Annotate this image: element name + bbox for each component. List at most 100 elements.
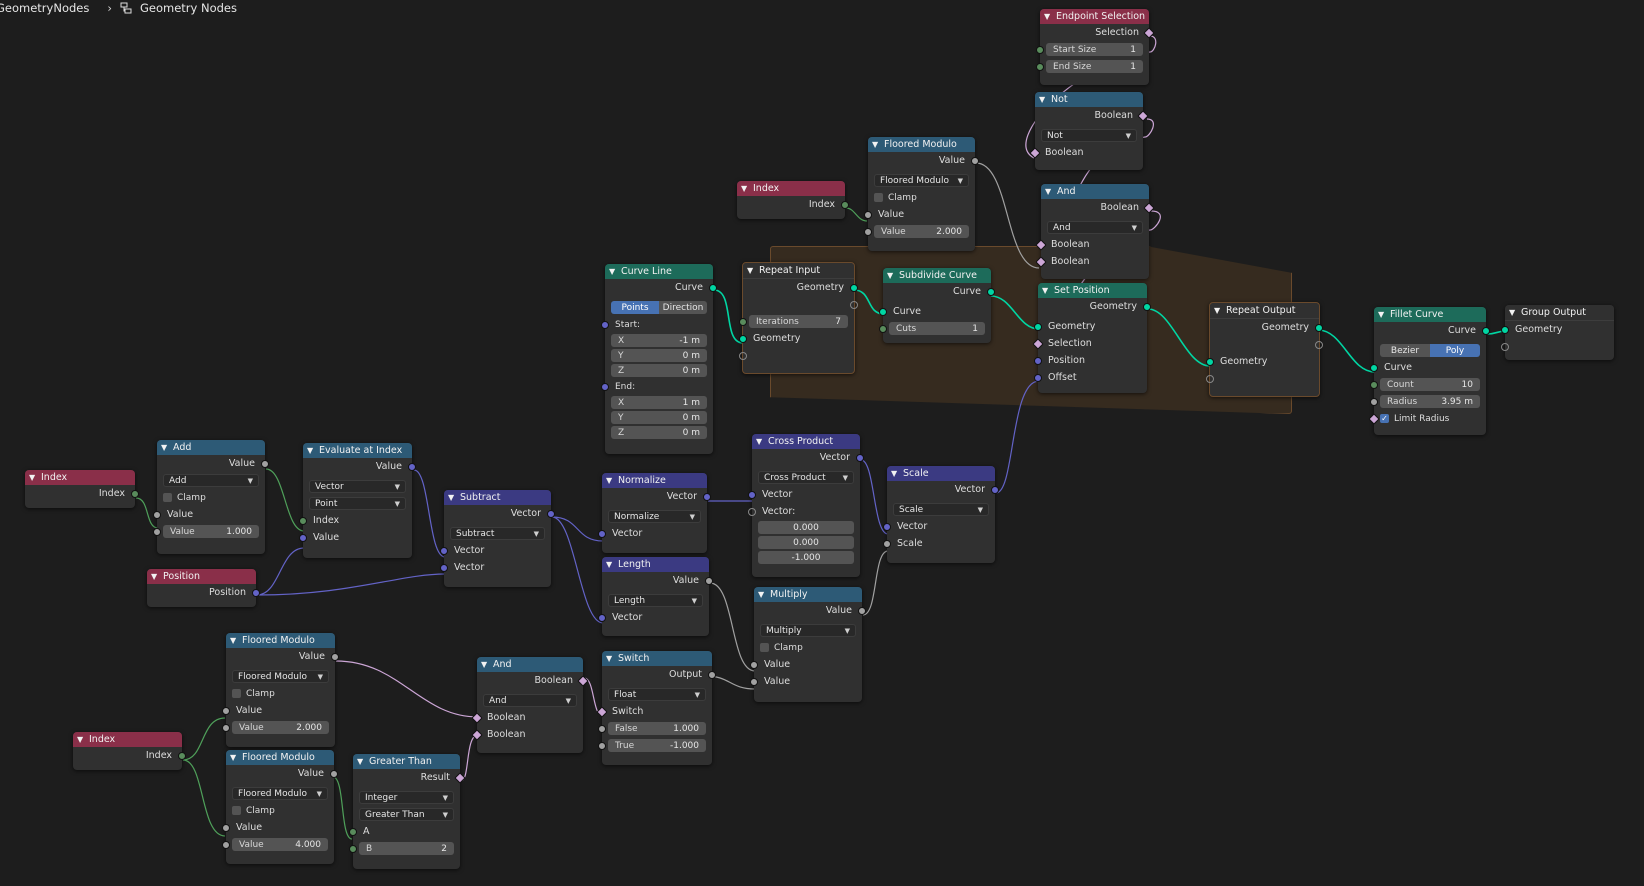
input-socket[interactable]: [750, 678, 758, 686]
output-socket[interactable]: [991, 486, 999, 494]
true-field[interactable]: True -1.000: [608, 739, 706, 752]
output-socket[interactable]: [705, 577, 713, 585]
collapse-chevron-icon[interactable]: ▼: [756, 437, 765, 446]
output-socket[interactable]: [841, 201, 849, 209]
input-socket[interactable]: [1370, 381, 1378, 389]
input-socket[interactable]: [596, 706, 608, 718]
cuts-field[interactable]: Cuts 1: [889, 322, 985, 335]
collapse-chevron-icon[interactable]: ▼: [606, 654, 615, 663]
node-header[interactable]: ▼ Add: [157, 440, 265, 455]
data-type-dropdown[interactable]: Vector ▼: [309, 480, 406, 493]
operation-dropdown[interactable]: Scale ▼: [893, 503, 989, 516]
collapse-chevron-icon[interactable]: ▼: [1214, 306, 1223, 315]
collapse-chevron-icon[interactable]: ▼: [1045, 187, 1054, 196]
node-header[interactable]: ▼ Normalize: [602, 473, 707, 488]
output-socket[interactable]: [703, 493, 711, 501]
cross-product-node[interactable]: ▼ Cross Product Vector Cross Product ▼ Vec…: [748, 434, 864, 577]
input-socket[interactable]: [1501, 343, 1509, 351]
node-header[interactable]: ▼ Subdivide Curve: [883, 268, 991, 283]
add-node[interactable]: ▼ Add Value Add ▼ Clamp Value Value 1.000: [153, 440, 269, 554]
output-socket[interactable]: [547, 510, 555, 518]
input-socket[interactable]: [1034, 357, 1042, 365]
operation-dropdown[interactable]: Floored Modulo ▼: [232, 787, 328, 800]
collapse-chevron-icon[interactable]: ▼: [448, 493, 457, 502]
node-header[interactable]: ▼ Repeat Output: [1210, 303, 1319, 319]
collapse-chevron-icon[interactable]: ▼: [1378, 310, 1387, 319]
value-field[interactable]: Value 1.000: [163, 525, 259, 538]
node-header[interactable]: ▼ Evaluate at Index: [303, 443, 412, 458]
clamp-checkbox[interactable]: Clamp: [232, 806, 275, 816]
input-socket[interactable]: [601, 321, 609, 329]
input-socket[interactable]: [349, 845, 357, 853]
false-field[interactable]: False 1.000: [608, 722, 706, 735]
clamp-checkbox[interactable]: Clamp: [232, 689, 275, 699]
output-socket[interactable]: [331, 653, 339, 661]
input-socket[interactable]: [1034, 323, 1042, 331]
input-socket[interactable]: [222, 724, 230, 732]
value-field[interactable]: Value 2.000: [874, 225, 969, 238]
input-socket[interactable]: [864, 228, 872, 236]
repeat-input-node[interactable]: ▼ Repeat Input Geometry Iterations 7 Geome…: [739, 262, 858, 374]
collapse-chevron-icon[interactable]: ▼: [872, 140, 881, 149]
subdivide-curve-node[interactable]: ▼ Subdivide Curve Curve Curve Cuts 1: [879, 268, 995, 343]
curve-line-node[interactable]: ▼ Curve Line Curve Points Direction Start:…: [601, 264, 717, 454]
output-socket[interactable]: [178, 752, 186, 760]
operation-dropdown[interactable]: Not ▼: [1041, 129, 1137, 142]
vector-z-field[interactable]: -1.000: [758, 551, 854, 564]
operation-dropdown[interactable]: And ▼: [1047, 221, 1143, 234]
end-z-field[interactable]: Z0 m: [611, 426, 707, 439]
operation-dropdown[interactable]: Normalize ▼: [608, 510, 701, 523]
end-x-field[interactable]: X1 m: [611, 396, 707, 409]
data-type-dropdown[interactable]: Float ▼: [608, 688, 706, 701]
node-header[interactable]: ▼ Curve Line: [605, 264, 713, 279]
operation-dropdown[interactable]: Cross Product ▼: [758, 471, 854, 484]
input-socket[interactable]: [153, 511, 161, 519]
operation-dropdown[interactable]: Add ▼: [163, 474, 259, 487]
start-y-field[interactable]: Y0 m: [611, 349, 707, 362]
node-header[interactable]: ▼ Repeat Input: [743, 263, 854, 279]
collapse-chevron-icon[interactable]: ▼: [1042, 286, 1051, 295]
group-output-node[interactable]: ▼ Group Output Geometry: [1501, 305, 1614, 360]
operation-dropdown[interactable]: Length ▼: [608, 594, 703, 607]
breadcrumb-tree[interactable]: GeometryNodes: [0, 1, 89, 15]
radius-field[interactable]: Radius 3.95 m: [1380, 395, 1480, 408]
collapse-chevron-icon[interactable]: ▼: [77, 735, 86, 744]
output-socket[interactable]: [856, 454, 864, 462]
operation-dropdown[interactable]: Multiply ▼: [760, 624, 856, 637]
floored-modulo-node[interactable]: ▼ Floored Modulo Value Floored Modulo ▼ Cl…: [864, 137, 979, 251]
input-socket[interactable]: [883, 540, 891, 548]
input-socket[interactable]: [748, 508, 756, 516]
node-header[interactable]: ▼ Index: [73, 732, 182, 747]
index-node[interactable]: ▼ Index Index: [737, 181, 849, 219]
collapse-chevron-icon[interactable]: ▼: [230, 636, 239, 645]
input-socket[interactable]: [1029, 147, 1041, 159]
input-socket[interactable]: [748, 491, 756, 499]
input-socket[interactable]: [598, 530, 606, 538]
node-header[interactable]: ▼ Endpoint Selection: [1040, 9, 1149, 24]
input-socket[interactable]: [440, 564, 448, 572]
collapse-chevron-icon[interactable]: ▼: [1039, 95, 1048, 104]
vector-y-field[interactable]: 0.000: [758, 536, 854, 549]
scale-node[interactable]: ▼ Scale Vector Scale ▼ Vector Scale: [883, 466, 999, 563]
output-socket[interactable]: [408, 463, 416, 471]
node-header[interactable]: ▼ Index: [25, 470, 135, 485]
output-socket[interactable]: [1143, 303, 1151, 311]
input-socket[interactable]: [598, 742, 606, 750]
fillet-curve-node[interactable]: ▼ Fillet Curve Curve Bezier Poly Curve Cou…: [1368, 307, 1490, 435]
input-socket[interactable]: [222, 707, 230, 715]
node-header[interactable]: ▼ Floored Modulo: [226, 633, 335, 648]
breadcrumb-current[interactable]: Geometry Nodes: [140, 1, 237, 15]
collapse-chevron-icon[interactable]: ▼: [357, 757, 366, 766]
collapse-chevron-icon[interactable]: ▼: [606, 560, 615, 569]
node-header[interactable]: ▼ Group Output: [1505, 305, 1614, 321]
input-socket[interactable]: [1036, 46, 1044, 54]
collapse-chevron-icon[interactable]: ▼: [161, 443, 170, 452]
output-socket[interactable]: [850, 301, 858, 309]
mode-direction-button[interactable]: Direction: [659, 301, 707, 314]
normalize-node[interactable]: ▼ Normalize Vector Normalize ▼ Vector: [598, 473, 711, 553]
domain-dropdown[interactable]: Point ▼: [309, 497, 406, 510]
output-socket[interactable]: [261, 460, 269, 468]
input-socket[interactable]: [1206, 358, 1214, 366]
mode-points-button[interactable]: Points: [611, 301, 659, 314]
input-socket[interactable]: [471, 712, 483, 724]
